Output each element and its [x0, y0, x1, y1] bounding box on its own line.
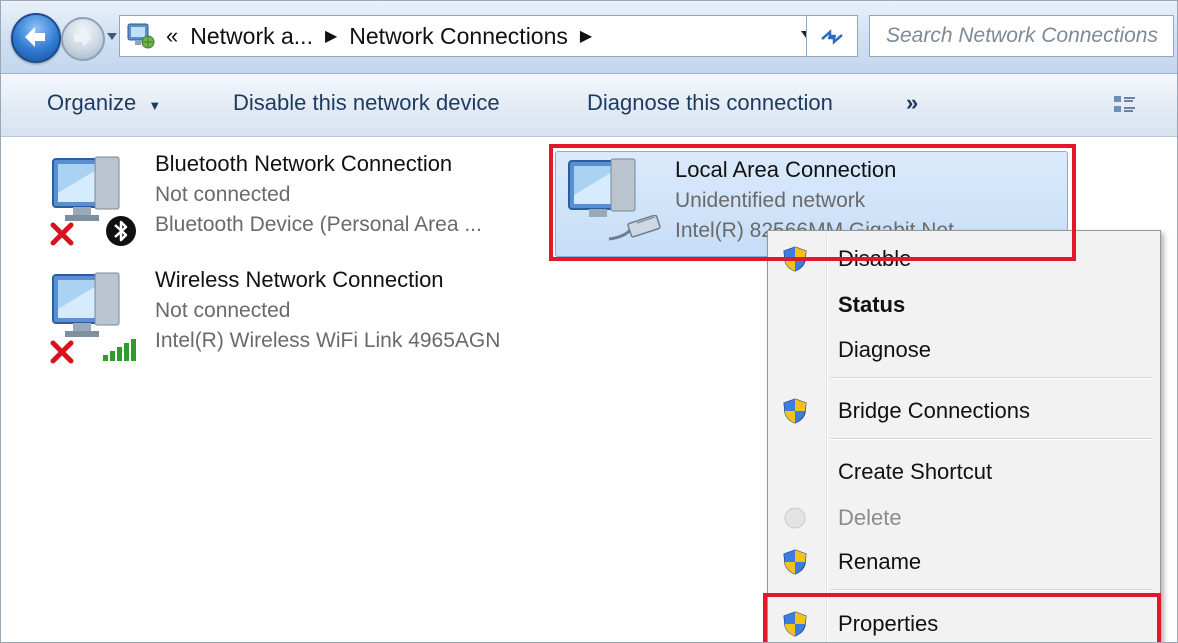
breadcrumb-overflow[interactable]: «: [166, 23, 178, 49]
breadcrumb[interactable]: « Network a... ▶ Network Connections ▶: [119, 15, 829, 57]
menu-item-label: Properties: [838, 611, 939, 636]
connection-device: Intel(R) Wireless WiFi Link 4965AGN: [155, 329, 501, 352]
menu-item-label: Create Shortcut: [838, 459, 993, 484]
breadcrumb-chevron-icon[interactable]: ▶: [325, 26, 337, 46]
refresh-button[interactable]: [806, 15, 858, 57]
arrow-right-icon: [74, 29, 92, 47]
uac-shield-icon: [783, 246, 807, 272]
disconnected-x-icon: [50, 340, 74, 364]
connection-device: Bluetooth Device (Personal Area ...: [155, 213, 482, 236]
menu-item-label: Bridge Connections: [838, 398, 1031, 423]
menu-item-rename[interactable]: Rename: [768, 540, 1160, 584]
explorer-window: « Network a... ▶ Network Connections ▶ S…: [0, 0, 1178, 643]
back-button[interactable]: [11, 13, 61, 63]
connection-status: Unidentified network: [675, 189, 866, 212]
search-input[interactable]: Search Network Connections: [869, 15, 1174, 57]
connection-name: Wireless Network Connection: [155, 267, 444, 292]
menu-item-label: Delete: [838, 505, 902, 530]
connection-status: Not connected: [155, 183, 291, 206]
breadcrumb-network-and-sharing[interactable]: Network a...: [190, 23, 313, 50]
recent-pages-dropdown-icon[interactable]: [106, 32, 118, 42]
menu-item-status[interactable]: Status: [768, 283, 1160, 327]
diagnose-connection-button[interactable]: Diagnose this connection: [587, 90, 833, 116]
uac-shield-icon: [783, 611, 807, 637]
search-placeholder: Search Network Connections: [886, 24, 1158, 47]
menu-item-label: Rename: [838, 549, 922, 574]
organize-button[interactable]: Organize ▼: [47, 90, 161, 116]
command-bar: Organize ▼ Disable this network device D…: [1, 74, 1177, 137]
more-commands-button[interactable]: »: [906, 90, 918, 116]
menu-item-disable[interactable]: Disable: [768, 237, 1160, 281]
arrow-left-icon: [25, 27, 45, 47]
context-menu: Disable Status Diagnose Bridge Connectio…: [767, 230, 1161, 642]
disable-device-button[interactable]: Disable this network device: [233, 90, 500, 116]
ethernet-cable-icon: [608, 215, 661, 241]
menu-item-label: Status: [838, 292, 906, 317]
connection-name: Bluetooth Network Connection: [155, 151, 453, 176]
uac-shield-icon: [783, 398, 807, 424]
connection-name: Local Area Connection: [675, 157, 897, 182]
menu-item-label: Diagnose: [838, 337, 931, 362]
menu-item-create-shortcut[interactable]: Create Shortcut: [768, 450, 1160, 494]
menu-separator: [830, 589, 1152, 591]
list-item-bluetooth-connection[interactable]: Bluetooth Network Connection Not connect…: [47, 151, 547, 251]
disconnected-x-icon: [50, 222, 74, 246]
menu-item-label: Disable: [838, 246, 912, 271]
delete-icon: [784, 507, 806, 529]
menu-item-bridge-connections[interactable]: Bridge Connections: [768, 389, 1160, 433]
menu-item-delete: Delete: [768, 496, 1160, 540]
address-bar: « Network a... ▶ Network Connections ▶ S…: [1, 1, 1177, 74]
menu-item-diagnose[interactable]: Diagnose: [768, 328, 1160, 372]
organize-label: Organize: [47, 90, 137, 115]
connection-status: Not connected: [155, 299, 291, 322]
list-item-wireless-connection[interactable]: Wireless Network Connection Not connecte…: [47, 267, 547, 367]
breadcrumb-chevron-icon[interactable]: ▶: [580, 26, 592, 46]
refresh-icon: [821, 29, 843, 45]
forward-button[interactable]: [61, 17, 105, 61]
uac-shield-icon: [783, 549, 807, 575]
bluetooth-icon: [106, 216, 136, 246]
menu-item-properties[interactable]: Properties: [768, 602, 1160, 642]
network-folder-icon: [126, 21, 156, 51]
chevron-down-icon: ▼: [148, 98, 162, 113]
menu-separator: [830, 438, 1152, 440]
breadcrumb-network-connections[interactable]: Network Connections: [349, 23, 568, 50]
change-view-icon[interactable]: [1113, 94, 1141, 118]
signal-bars-icon: [103, 339, 136, 361]
menu-separator: [830, 377, 1152, 379]
